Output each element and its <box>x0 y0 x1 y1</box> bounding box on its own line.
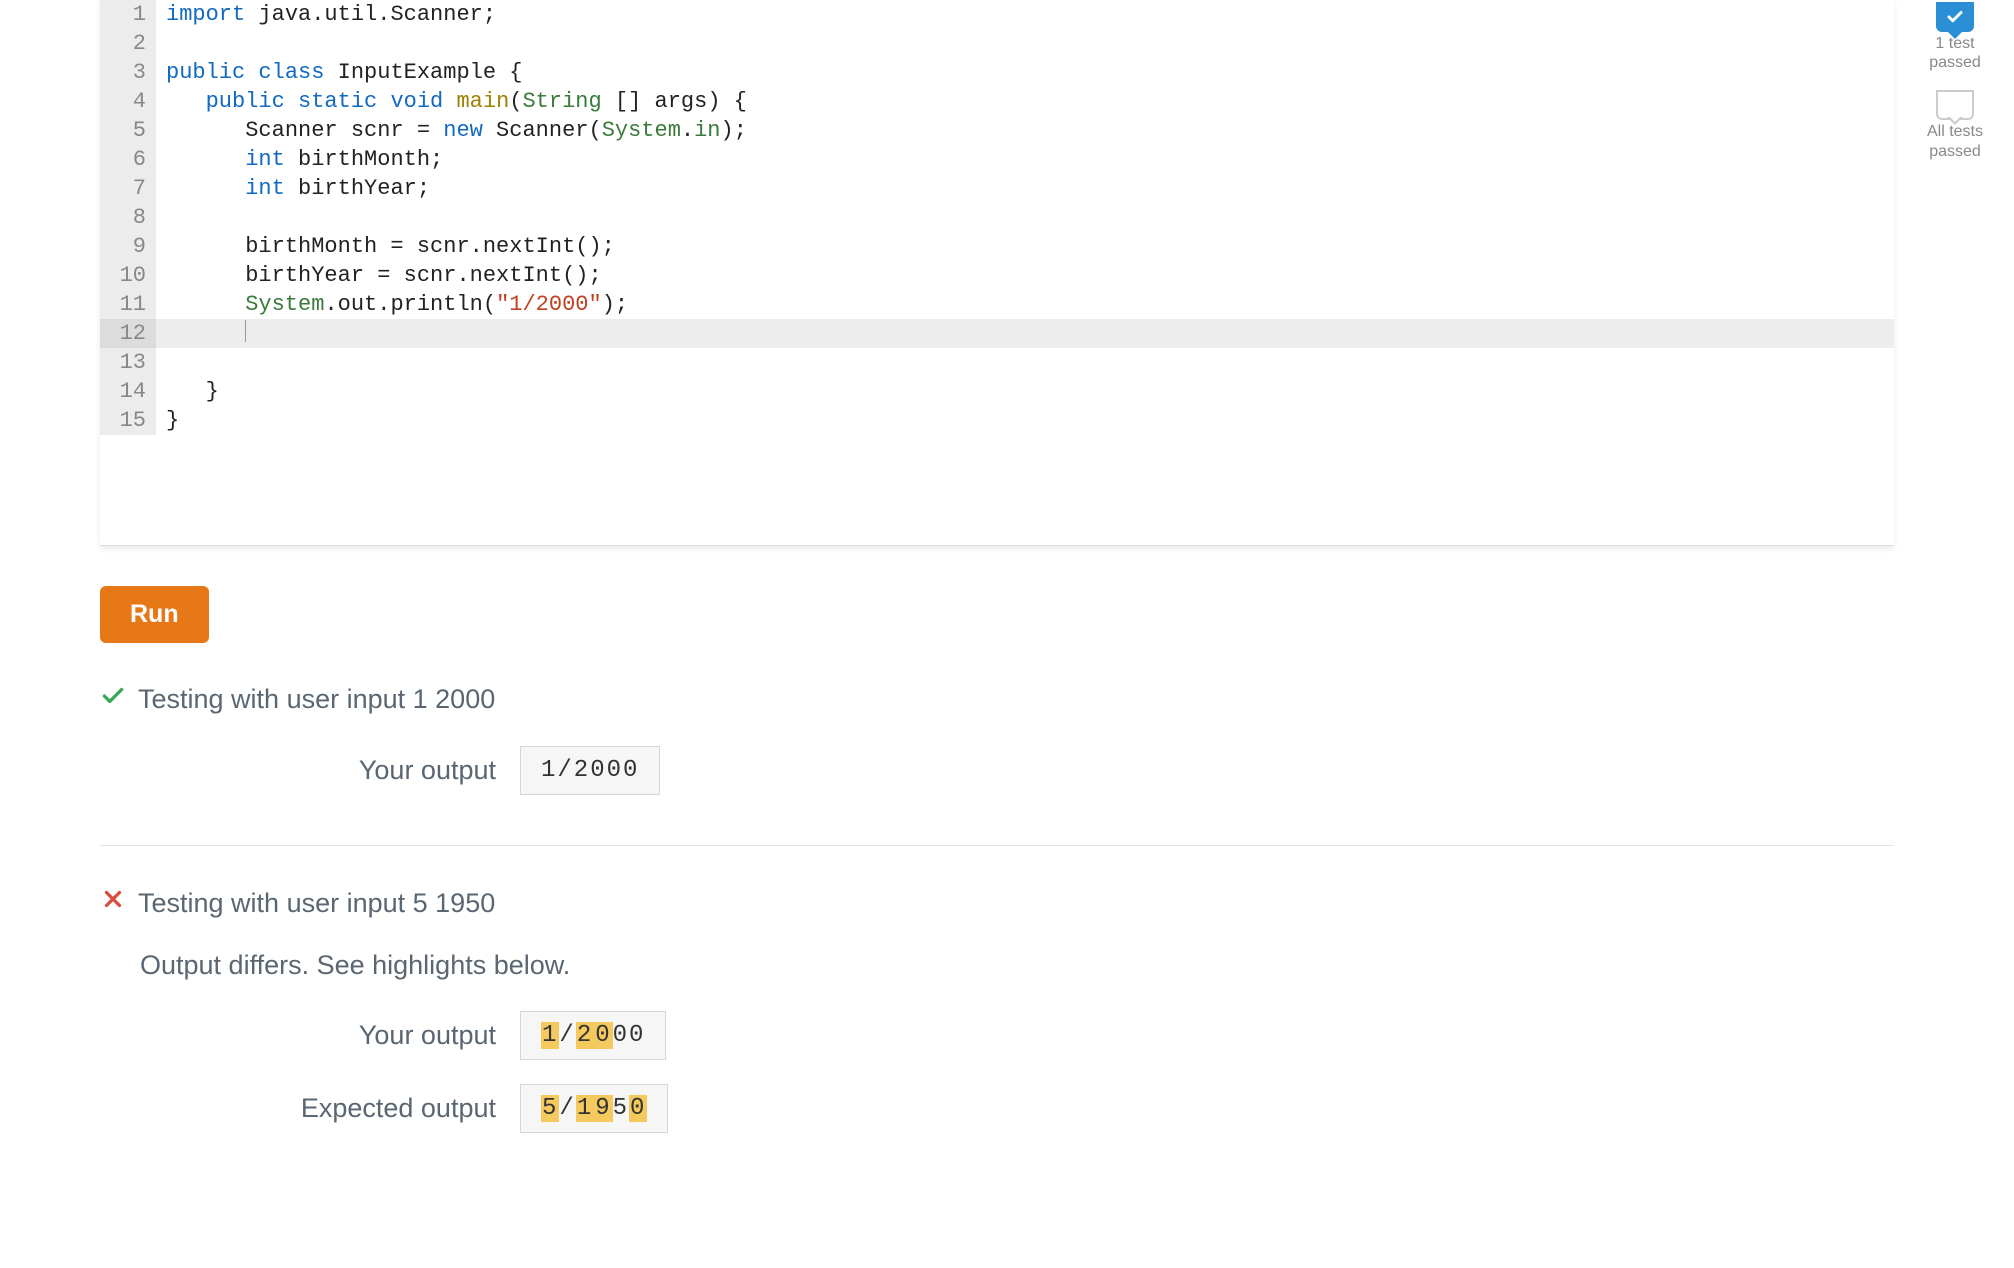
code-content[interactable]: int birthMonth; <box>156 145 1894 174</box>
line-number: 8 <box>100 203 156 232</box>
code-line[interactable]: 15} <box>100 406 1894 435</box>
code-content[interactable] <box>156 319 1894 348</box>
check-icon <box>100 683 126 716</box>
status-sidebar: 1 test passed All tests passed <box>1920 2 1990 161</box>
code-content[interactable]: Scanner scnr = new Scanner(System.in); <box>156 116 1894 145</box>
line-number: 12 <box>100 319 156 348</box>
code-line[interactable]: 14 } <box>100 377 1894 406</box>
test-header: Testing with user input 1 2000 <box>100 683 2014 716</box>
output-label: Expected output <box>140 1093 520 1124</box>
code-line[interactable]: 13 <box>100 348 1894 377</box>
code-content[interactable]: birthYear = scnr.nextInt(); <box>156 261 1894 290</box>
code-line[interactable]: 3public class InputExample { <box>100 58 1894 87</box>
code-line[interactable]: 8 <box>100 203 1894 232</box>
code-content[interactable]: System.out.println("1/2000"); <box>156 290 1894 319</box>
output-row: Your output1/2000 <box>140 1011 2014 1060</box>
line-number: 6 <box>100 145 156 174</box>
test-result-fail: Testing with user input 5 1950 Output dif… <box>100 886 2014 1133</box>
code-line[interactable]: 12 <box>100 319 1894 348</box>
badge-label: All tests passed <box>1920 122 1990 160</box>
line-number: 15 <box>100 406 156 435</box>
badge-outline-icon <box>1936 90 1974 120</box>
run-button[interactable]: Run <box>100 586 209 643</box>
code-content[interactable] <box>156 203 1894 232</box>
test-title: Testing with user input 5 1950 <box>138 888 495 919</box>
check-badge-icon <box>1936 2 1974 32</box>
code-line[interactable]: 10 birthYear = scnr.nextInt(); <box>100 261 1894 290</box>
output-label: Your output <box>140 1020 520 1051</box>
code-content[interactable] <box>156 348 1894 377</box>
output-row: Your output1/2000 <box>140 746 2014 795</box>
output-value: 1/2000 <box>520 746 660 795</box>
code-line[interactable]: 1import java.util.Scanner; <box>100 0 1894 29</box>
code-line[interactable]: 9 birthMonth = scnr.nextInt(); <box>100 232 1894 261</box>
line-number: 3 <box>100 58 156 87</box>
line-number: 7 <box>100 174 156 203</box>
line-number: 9 <box>100 232 156 261</box>
output-value: 5/1950 <box>520 1084 668 1133</box>
code-line[interactable]: 7 int birthYear; <box>100 174 1894 203</box>
cursor <box>245 320 246 342</box>
line-number: 5 <box>100 116 156 145</box>
line-number: 4 <box>100 87 156 116</box>
code-content[interactable] <box>156 29 1894 58</box>
line-number: 1 <box>100 0 156 29</box>
code-content[interactable]: import java.util.Scanner; <box>156 0 1894 29</box>
output-label: Your output <box>140 755 520 786</box>
test-result-pass: Testing with user input 1 2000 Your outpu… <box>100 683 2014 795</box>
diff-message: Output differs. See highlights below. <box>140 950 2014 981</box>
line-number: 10 <box>100 261 156 290</box>
output-row: Expected output5/1950 <box>140 1084 2014 1133</box>
badge-label: 1 test passed <box>1920 34 1990 72</box>
line-number: 13 <box>100 348 156 377</box>
code-line[interactable]: 6 int birthMonth; <box>100 145 1894 174</box>
all-tests-badge: All tests passed <box>1920 90 1990 160</box>
test-title: Testing with user input 1 2000 <box>138 684 495 715</box>
output-value: 1/2000 <box>520 1011 666 1060</box>
line-number: 14 <box>100 377 156 406</box>
code-editor[interactable]: 1import java.util.Scanner;23public class… <box>100 0 1894 546</box>
test-header: Testing with user input 5 1950 <box>100 886 2014 920</box>
code-content[interactable]: birthMonth = scnr.nextInt(); <box>156 232 1894 261</box>
code-line[interactable]: 2 <box>100 29 1894 58</box>
line-number: 2 <box>100 29 156 58</box>
code-content[interactable]: int birthYear; <box>156 174 1894 203</box>
line-number: 11 <box>100 290 156 319</box>
test-passed-badge: 1 test passed <box>1920 2 1990 72</box>
code-content[interactable]: } <box>156 406 1894 435</box>
code-content[interactable]: public class InputExample { <box>156 58 1894 87</box>
code-content[interactable]: } <box>156 377 1894 406</box>
cross-icon <box>100 886 126 920</box>
code-content[interactable]: public static void main(String [] args) … <box>156 87 1894 116</box>
code-line[interactable]: 5 Scanner scnr = new Scanner(System.in); <box>100 116 1894 145</box>
code-line[interactable]: 4 public static void main(String [] args… <box>100 87 1894 116</box>
code-line[interactable]: 11 System.out.println("1/2000"); <box>100 290 1894 319</box>
